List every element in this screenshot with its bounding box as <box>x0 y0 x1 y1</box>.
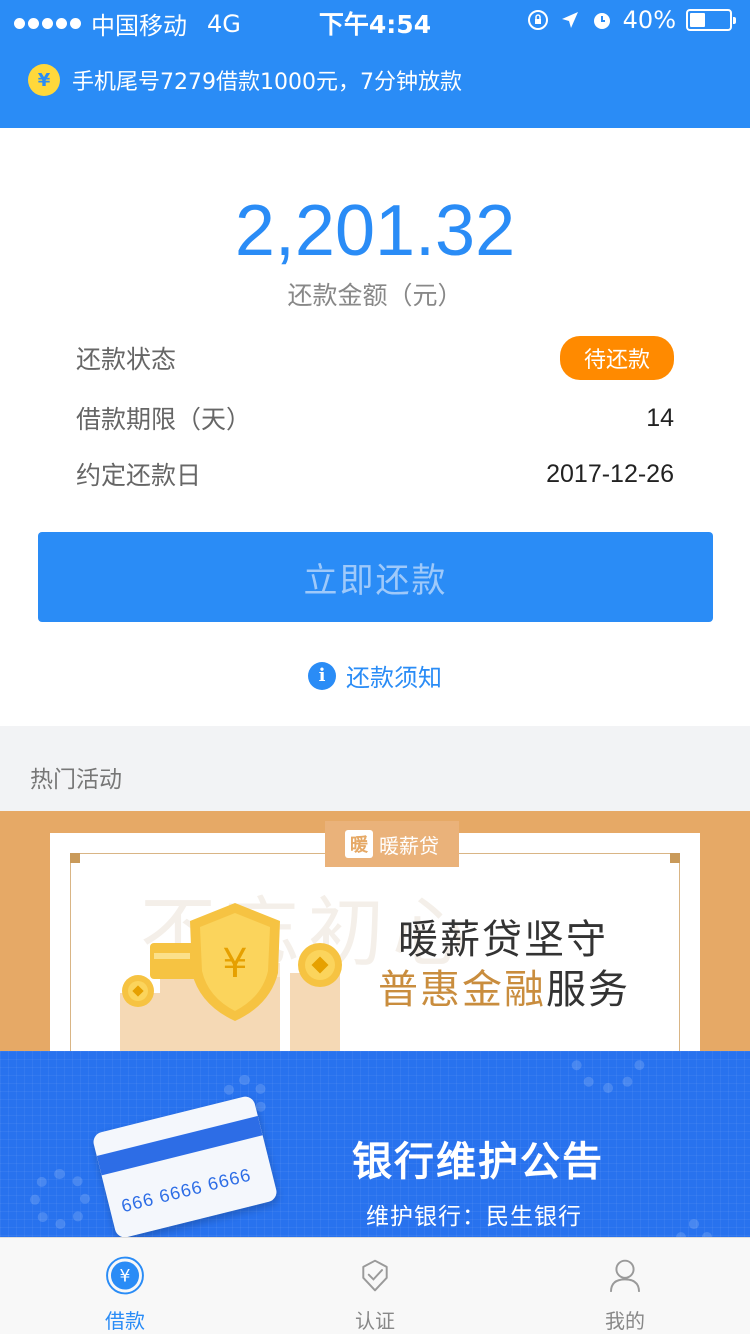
status-right: 40% <box>527 6 736 34</box>
tab-mine[interactable]: 我的 <box>500 1238 750 1334</box>
row-value: 14 <box>646 403 674 432</box>
frame-corner <box>670 853 680 863</box>
alarm-icon <box>591 9 613 31</box>
badge-check-icon <box>362 1259 388 1292</box>
maintenance-title: 银行维护公告 <box>352 1139 604 1185</box>
section-title: 热门活动 <box>30 767 122 793</box>
info-icon: i <box>308 661 336 690</box>
status-bar: 中国移动 4G 下午4:54 40% <box>0 0 750 40</box>
row-due-date: 约定还款日 2017-12-26 <box>76 452 674 496</box>
repayment-card: 2,201.32 还款金额（元） 还款状态 待还款 借款期限（天） 14 约定还… <box>0 128 750 726</box>
tab-label: 认证 <box>355 1309 395 1333</box>
row-label: 借款期限（天） <box>76 405 252 434</box>
maintenance-subtitle: 维护银行：民生银行 <box>366 1204 582 1230</box>
row-repay-status: 还款状态 待还款 <box>76 336 674 380</box>
repay-now-button[interactable]: 立即还款 <box>38 532 713 622</box>
tab-verify[interactable]: 认证 <box>250 1238 500 1334</box>
rotation-lock-icon <box>527 9 549 31</box>
yen-circle-icon: ¥ <box>106 1256 144 1295</box>
loan-notice: ¥ 手机尾号7279借款1000元，7分钟放款 <box>28 64 462 96</box>
frame-corner <box>70 853 80 863</box>
row-loan-term: 借款期限（天） 14 <box>76 396 674 440</box>
row-label: 还款状态 <box>76 345 177 374</box>
tab-loan[interactable]: ¥ 借款 <box>0 1238 250 1334</box>
banner-highlight: 普惠金融 <box>378 967 546 1013</box>
gear-icon <box>30 1169 90 1229</box>
brand-logo: 暖 暖薪贷 <box>325 821 459 867</box>
brand-logo-mark: 暖 <box>345 830 373 858</box>
battery-icon <box>686 9 736 31</box>
status-badge: 待还款 <box>559 336 674 380</box>
yen-coin-icon: ¥ <box>28 64 60 96</box>
top-header: 中国移动 4G 下午4:54 40% ¥ 手机尾号7279借款1000元，7分钟… <box>0 0 750 128</box>
tab-label: 借款 <box>105 1309 145 1333</box>
tab-label: 我的 <box>605 1309 645 1333</box>
battery-percent: 40% <box>622 6 676 34</box>
banner-subheadline: 普惠金融服务 <box>378 957 630 1015</box>
svg-text:¥: ¥ <box>120 1267 131 1287</box>
repayment-notice-label: 还款须知 <box>346 664 442 692</box>
location-arrow-icon <box>559 9 581 31</box>
promo-banner-inclusive-finance[interactable]: 不忘初心 暖 暖薪贷 ¥ 暖薪贷坚守 普惠金融服务 <box>0 811 750 1053</box>
promo-banner-bank-maintenance[interactable]: 666 6666 6666 银行维护公告 维护银行：民生银行 <box>0 1051 750 1237</box>
brand-name: 暖薪贷 <box>379 833 439 858</box>
notice-text: 手机尾号7279借款1000元，7分钟放款 <box>72 70 462 95</box>
repayment-amount-label: 还款金额（元） <box>287 281 463 310</box>
repayment-notice-link[interactable]: i 还款须知 <box>0 658 750 693</box>
user-icon <box>609 1259 641 1292</box>
bottom-tab-bar: ¥ 借款 认证 我的 <box>0 1237 750 1334</box>
card-numbers: 666 6666 6666 <box>119 1164 254 1217</box>
banner-subheadline-rest: 服务 <box>546 967 630 1013</box>
row-value: 2017-12-26 <box>546 459 674 488</box>
shield-coins-illustration: ¥ <box>120 903 342 1053</box>
row-label: 约定还款日 <box>76 461 202 490</box>
repayment-amount: 2,201.32 <box>234 191 516 271</box>
svg-text:¥: ¥ <box>222 941 247 987</box>
